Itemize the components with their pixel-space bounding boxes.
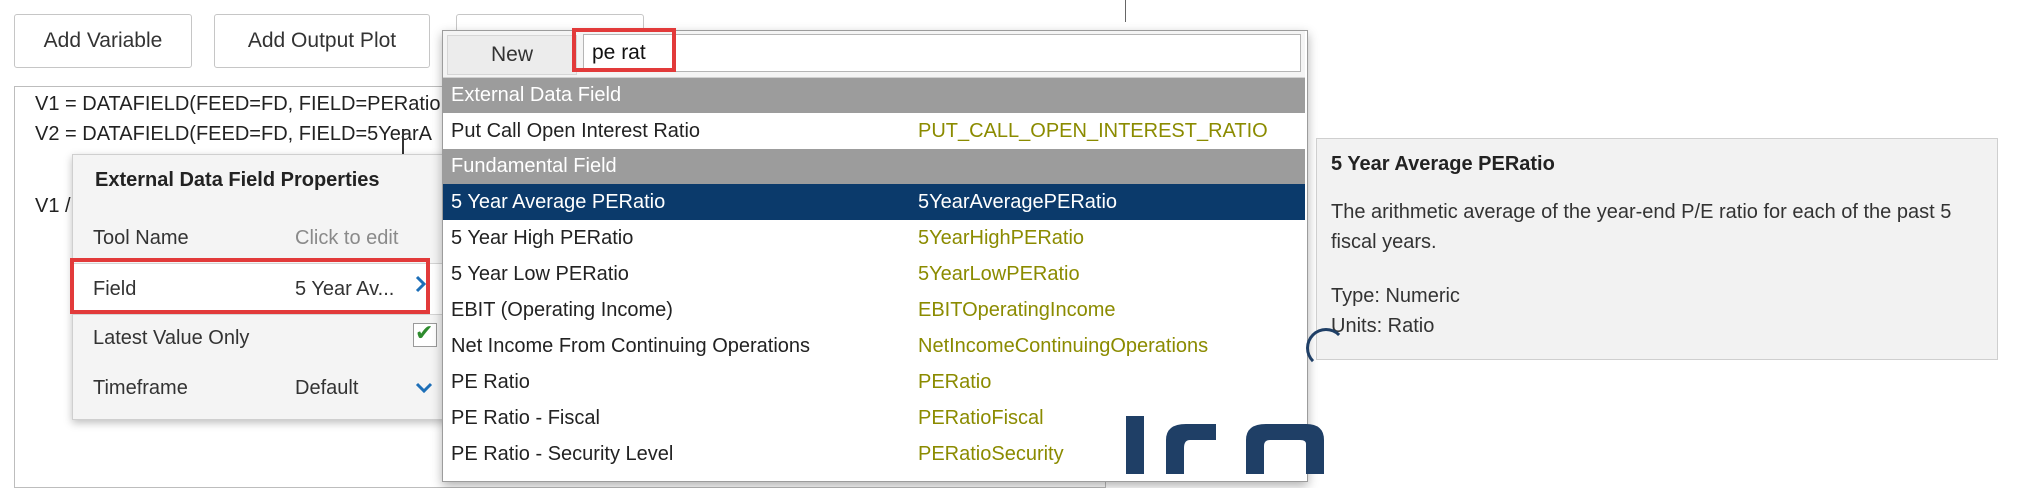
panel-title: External Data Field Properties bbox=[95, 169, 380, 191]
group-header-fundamental-field: Fundamental Field bbox=[443, 149, 1305, 184]
timeframe-value[interactable]: Default bbox=[295, 377, 358, 400]
tooltip-description: The arithmetic average of the year-end P… bbox=[1331, 201, 1952, 253]
list-item[interactable]: EBIT (Operating Income) EBITOperatingInc… bbox=[443, 292, 1305, 328]
latest-value-only-label: Latest Value Only bbox=[93, 327, 250, 349]
add-variable-button[interactable]: Add Variable bbox=[14, 14, 192, 68]
text-caret bbox=[402, 129, 404, 154]
group-header-external-data-field: External Data Field bbox=[443, 78, 1305, 113]
list-item[interactable]: PE Ratio PERatio bbox=[443, 364, 1305, 400]
editor-line-1: V1 = DATAFIELD(FEED=FD, FIELD=PERatio bbox=[35, 93, 441, 115]
latest-value-only-checkbox[interactable]: ✔ bbox=[413, 320, 437, 347]
tool-name-value[interactable]: Click to edit bbox=[295, 227, 398, 250]
chevron-down-icon[interactable] bbox=[415, 381, 433, 395]
tooltip-type: Type: Numeric bbox=[1331, 285, 1460, 307]
loading-ring-icon bbox=[1306, 328, 1346, 368]
highlight-search-text bbox=[572, 28, 676, 72]
new-button[interactable]: New bbox=[447, 35, 577, 75]
tooltip-units: Units: Ratio bbox=[1331, 315, 1435, 337]
background-graphic bbox=[1126, 416, 1324, 474]
list-item[interactable]: Put Call Open Interest Ratio PUT_CALL_OP… bbox=[443, 113, 1305, 149]
list-item-selected[interactable]: 5 Year Average PERatio 5YearAveragePERat… bbox=[443, 184, 1305, 220]
tool-name-label: Tool Name bbox=[93, 227, 189, 249]
timeframe-label: Timeframe bbox=[93, 377, 188, 399]
list-item[interactable]: 5 Year High PERatio 5YearHighPERatio bbox=[443, 220, 1305, 256]
divider bbox=[1125, 0, 1126, 22]
editor-line-2: V2 = DATAFIELD(FEED=FD, FIELD=5YearA bbox=[35, 123, 432, 145]
field-search-input[interactable] bbox=[583, 34, 1301, 72]
add-output-plot-button[interactable]: Add Output Plot bbox=[214, 14, 430, 68]
tooltip-title: 5 Year Average PERatio bbox=[1331, 153, 1555, 175]
tool-name-row[interactable]: Tool Name Click to edit bbox=[73, 213, 473, 263]
list-item[interactable]: Net Income From Continuing Operations Ne… bbox=[443, 328, 1305, 364]
field-description-tooltip: 5 Year Average PERatio The arithmetic av… bbox=[1316, 138, 1998, 360]
timeframe-row[interactable]: Timeframe Default bbox=[73, 363, 473, 413]
checkmark-icon: ✔ bbox=[415, 320, 434, 345]
latest-value-only-row[interactable]: Latest Value Only ✔ bbox=[73, 313, 473, 363]
highlight-field-row bbox=[70, 258, 430, 314]
list-item[interactable]: 5 Year Low PERatio 5YearLowPERatio bbox=[443, 256, 1305, 292]
